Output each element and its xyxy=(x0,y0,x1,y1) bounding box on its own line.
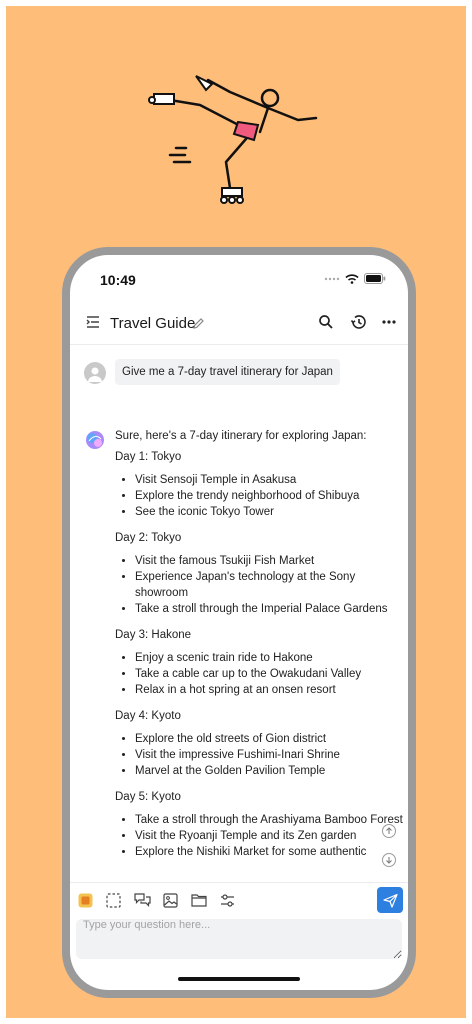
screenshot-select-icon[interactable] xyxy=(106,893,121,908)
scroll-up-button[interactable] xyxy=(382,824,396,838)
day-title: Day 3: Hakone xyxy=(115,629,192,641)
wifi-icon xyxy=(345,273,359,284)
folder-icon[interactable] xyxy=(191,893,207,907)
list-item: Visit the Ryoanji Temple and its Zen gar… xyxy=(135,828,405,844)
day-list: Explore the old streets of Gion district… xyxy=(115,731,405,779)
list-item: Relax in a hot spring at an onsen resort xyxy=(135,682,405,698)
composer-toolbar xyxy=(70,882,408,918)
list-item: Take a cable car up to the Owakudani Val… xyxy=(135,666,405,682)
list-item: Take a stroll through the Imperial Palac… xyxy=(135,601,405,617)
list-item: See the iconic Tokyo Tower xyxy=(135,504,405,520)
day-list: Enjoy a scenic train ride to Hakone Take… xyxy=(115,650,405,698)
roller-skater-illustration xyxy=(148,75,318,204)
day-section: Day 1: Tokyo Visit Sensoji Temple in Asa… xyxy=(115,451,405,520)
send-icon xyxy=(382,893,398,908)
list-item: Experience Japan's technology at the Son… xyxy=(135,569,405,601)
question-input[interactable] xyxy=(76,919,402,959)
day-title: Day 1: Tokyo xyxy=(115,451,182,463)
list-item: Explore the Nishiki Market for some auth… xyxy=(135,844,405,860)
day-section: Day 2: Tokyo Visit the famous Tsukiji Fi… xyxy=(115,532,405,617)
status-icons xyxy=(324,273,386,284)
home-indicator xyxy=(178,977,300,981)
day-section: Day 5: Kyoto Take a stroll through the A… xyxy=(115,791,405,860)
day-list: Visit Sensoji Temple in Asakusa Explore … xyxy=(115,472,405,520)
assistant-avatar xyxy=(86,431,104,449)
user-message: Give me a 7-day travel itinerary for Jap… xyxy=(115,359,340,385)
battery-icon xyxy=(364,273,386,284)
page-title: Travel Guide xyxy=(110,315,196,332)
settings-sliders-icon[interactable] xyxy=(220,893,235,908)
list-item: Visit the famous Tsukiji Fish Market xyxy=(135,553,405,569)
more-icon[interactable] xyxy=(382,314,396,330)
status-bar: 10:49 xyxy=(70,255,408,299)
assistant-message: Sure, here's a 7-day itinerary for explo… xyxy=(115,430,405,872)
signal-icon xyxy=(324,277,340,280)
user-avatar xyxy=(84,362,106,384)
chat-area[interactable]: Give me a 7-day travel itinerary for Jap… xyxy=(70,345,408,881)
day-section: Day 4: Kyoto Explore the old streets of … xyxy=(115,710,405,779)
history-icon[interactable] xyxy=(350,314,367,330)
scroll-down-button[interactable] xyxy=(382,853,396,867)
list-item: Take a stroll through the Arashiyama Bam… xyxy=(135,812,405,828)
status-time: 10:49 xyxy=(100,272,136,288)
assistant-intro: Sure, here's a 7-day itinerary for explo… xyxy=(115,430,367,442)
chat-bubbles-icon[interactable] xyxy=(134,893,151,908)
day-title: Day 4: Kyoto xyxy=(115,710,181,722)
list-item: Visit the impressive Fushimi-Inari Shrin… xyxy=(135,747,405,763)
chat-header: Travel Guide xyxy=(70,301,408,345)
day-title: Day 5: Kyoto xyxy=(115,791,181,803)
menu-icon[interactable] xyxy=(86,316,100,328)
image-icon[interactable] xyxy=(163,893,178,908)
day-list: Take a stroll through the Arashiyama Bam… xyxy=(115,812,405,860)
day-list: Visit the famous Tsukiji Fish Market Exp… xyxy=(115,553,405,617)
app-icon[interactable] xyxy=(78,893,93,908)
phone-screen: 10:49 Travel Guide Give me a 7-day trave… xyxy=(70,255,408,990)
day-section: Day 3: Hakone Enjoy a scenic train ride … xyxy=(115,629,405,698)
pencil-icon[interactable] xyxy=(192,317,205,330)
list-item: Explore the old streets of Gion district xyxy=(135,731,405,747)
list-item: Marvel at the Golden Pavilion Temple xyxy=(135,763,405,779)
list-item: Visit Sensoji Temple in Asakusa xyxy=(135,472,405,488)
day-title: Day 2: Tokyo xyxy=(115,532,182,544)
arrow-up-icon xyxy=(386,827,392,834)
list-item: Enjoy a scenic train ride to Hakone xyxy=(135,650,405,666)
phone-frame: 10:49 Travel Guide Give me a 7-day trave… xyxy=(62,247,416,998)
arrow-down-icon xyxy=(386,857,392,864)
send-button[interactable] xyxy=(377,887,403,913)
search-icon[interactable] xyxy=(318,314,334,330)
list-item: Explore the trendy neighborhood of Shibu… xyxy=(135,488,405,504)
